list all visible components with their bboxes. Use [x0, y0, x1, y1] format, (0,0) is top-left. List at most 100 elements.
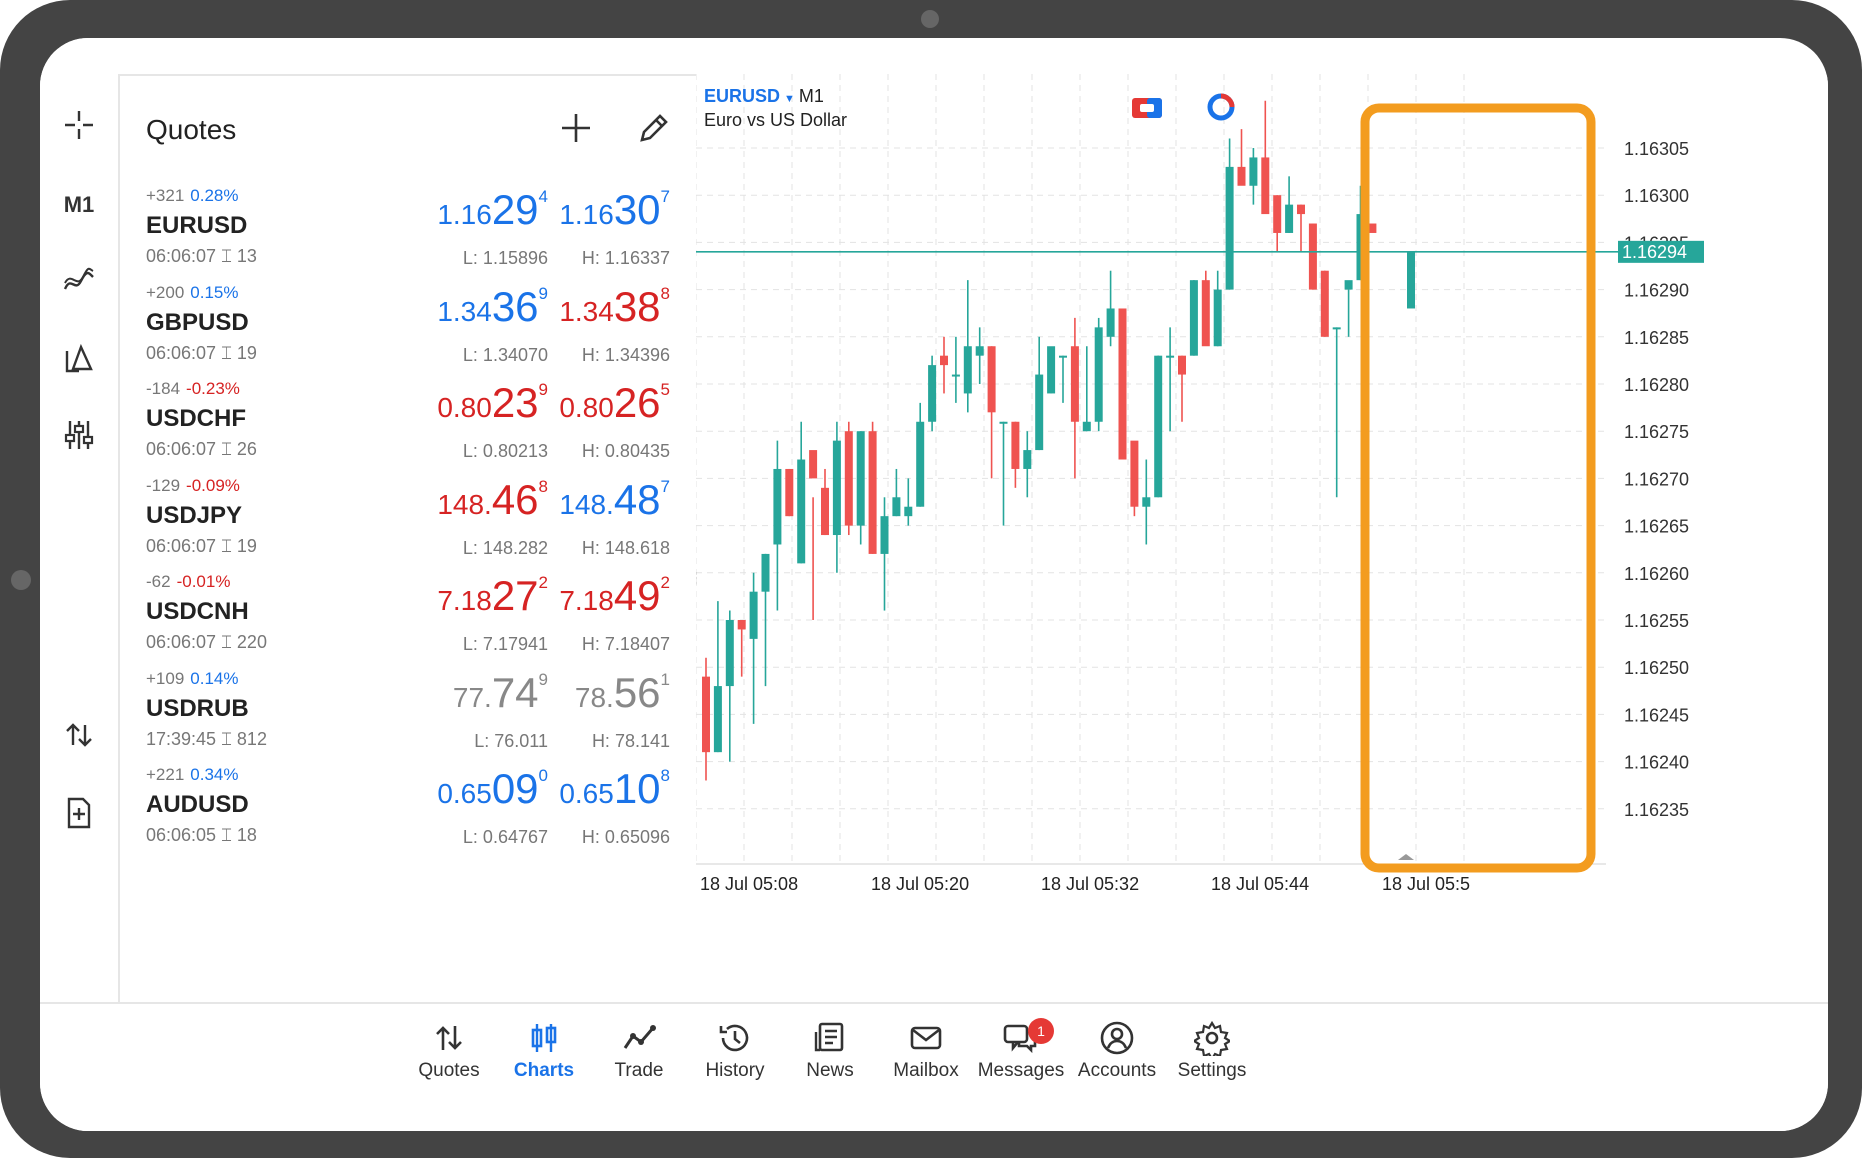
- nav-quotes[interactable]: Quotes: [394, 1014, 504, 1094]
- candle-body: [1332, 327, 1341, 330]
- ask-price[interactable]: 1.16307: [559, 186, 670, 236]
- accounts-user-icon: [1100, 1021, 1134, 1055]
- edit-symbols-button[interactable]: [634, 108, 674, 148]
- signals-ring-icon: [1207, 93, 1235, 121]
- nav-label: Charts: [513, 1060, 575, 1081]
- bid-price[interactable]: 77.749: [453, 669, 548, 719]
- ask-price-pips: 30: [613, 186, 661, 233]
- nav-history[interactable]: History: [680, 1014, 790, 1094]
- indicators-button[interactable]: [54, 256, 104, 306]
- bid-price[interactable]: 1.16294: [437, 186, 548, 236]
- change-percent: -0.01%: [176, 572, 231, 591]
- candle-body: [916, 421, 925, 507]
- daily-high: H: 148.618: [581, 537, 670, 558]
- ask-price[interactable]: 148.487: [559, 476, 670, 526]
- nav-trade[interactable]: Trade: [584, 1014, 694, 1094]
- ask-price[interactable]: 0.65108: [559, 765, 670, 815]
- bid-price[interactable]: 0.80239: [437, 379, 548, 429]
- chart-symbol-selector[interactable]: EURUSD ▼ M1: [704, 86, 824, 107]
- nav-accounts[interactable]: Accounts: [1062, 1014, 1172, 1094]
- candle-body: [1106, 308, 1115, 337]
- candle-body: [1047, 346, 1056, 394]
- change-percent: -0.23%: [186, 379, 240, 398]
- nav-news[interactable]: News: [775, 1014, 885, 1094]
- pencil-icon: [640, 114, 668, 142]
- settings-sliders-button[interactable]: [54, 410, 104, 460]
- candle-body: [1344, 280, 1353, 290]
- change-points: -62: [146, 572, 171, 591]
- spread-icon: ⌶: [221, 632, 232, 652]
- unread-badge: 1: [1028, 1018, 1054, 1044]
- candle-body: [1261, 157, 1270, 215]
- candlestick-chart[interactable]: 1.163051.163001.162951.162901.162851.162…: [696, 74, 1828, 1002]
- ask-price[interactable]: 1.34388: [559, 283, 670, 333]
- nav-messages[interactable]: Messages 1: [966, 1014, 1076, 1094]
- daily-change: +200 0.15%: [146, 283, 239, 303]
- daily-low: L: 0.64767: [462, 827, 548, 847]
- quote-time: 06:06:05 ⌶ 18: [146, 825, 257, 846]
- nav-settings[interactable]: Settings: [1157, 1014, 1267, 1094]
- trade-toggle-button[interactable]: [54, 710, 104, 760]
- chart-toolbar: M1: [40, 38, 118, 1002]
- spread-icon: ⌶: [221, 535, 232, 556]
- candle-body: [1189, 280, 1198, 356]
- ask-price[interactable]: 78.561: [575, 669, 670, 719]
- bid-price-pips: 29: [491, 186, 539, 233]
- chart-area[interactable]: 1.163051.163001.162951.162901.162851.162…: [696, 74, 1828, 1002]
- quote-symbol: USDCNH: [146, 598, 249, 625]
- bid-price[interactable]: 148.468: [437, 476, 548, 526]
- one-click-trading-icon: [1132, 98, 1162, 118]
- ask-price-point: 5: [660, 380, 670, 399]
- ask-price-prefix: 0.80: [559, 392, 614, 423]
- candle-body: [1285, 204, 1294, 233]
- quote-timestamp: 06:06:07: [146, 439, 217, 459]
- candle-body: [1273, 195, 1282, 233]
- add-symbol-button[interactable]: [556, 108, 596, 148]
- time-axis-label: 18 Jul 05:08: [700, 874, 798, 894]
- daily-change: -184 -0.23%: [146, 379, 240, 399]
- bid-price-point: 4: [538, 187, 548, 206]
- ask-price[interactable]: 7.18492: [559, 572, 670, 622]
- nav-charts[interactable]: Charts: [489, 1014, 599, 1094]
- change-points: +109: [146, 668, 185, 688]
- quote-symbol: AUDUSD: [146, 791, 249, 818]
- daily-low: L: 76.011: [474, 730, 548, 751]
- trading-signals-button[interactable]: [1204, 90, 1238, 124]
- candle-body: [1320, 270, 1329, 337]
- bid-price[interactable]: 0.65090: [437, 765, 548, 815]
- bid-price[interactable]: 7.18272: [437, 572, 548, 622]
- nav-mailbox[interactable]: Mailbox: [871, 1014, 981, 1094]
- ask-price-pips: 48: [613, 475, 661, 523]
- price-axis-label: 1.16270: [1624, 469, 1689, 489]
- timeframe-button[interactable]: M1: [54, 180, 104, 230]
- price-axis-label: 1.16240: [1624, 753, 1689, 773]
- daily-high: H: 7.18407: [581, 634, 670, 654]
- ask-price[interactable]: 0.80265: [559, 379, 670, 429]
- daily-high: H: 78.141: [591, 730, 670, 751]
- one-click-trading-button[interactable]: [1130, 90, 1164, 124]
- quote-spread: 812: [236, 728, 267, 749]
- ask-price-point: 1: [660, 669, 670, 689]
- ask-price-prefix: 1.16: [559, 199, 614, 230]
- tablet-frame: M1 Quotes +321 0.28% EURUSD 06:06:07 ⌶ 1…: [0, 0, 1862, 1158]
- crosshair-button[interactable]: [54, 100, 104, 150]
- chart-symbol[interactable]: EURUSD: [704, 86, 780, 106]
- nav-label: History: [705, 1060, 765, 1081]
- new-order-button[interactable]: [54, 788, 104, 838]
- bid-price[interactable]: 1.34369: [437, 283, 548, 333]
- mailbox-envelope-icon: [910, 1026, 942, 1050]
- quote-row[interactable]: +221 0.34% AUDUSD 06:06:05 ⌶ 18 0.65090 0.651…: [120, 765, 696, 880]
- daily-high: H: 0.80435: [581, 441, 670, 461]
- candle-body: [713, 686, 722, 753]
- sliders-icon: [64, 421, 94, 449]
- settings-gear-icon: [1194, 1020, 1230, 1056]
- candle-body: [1297, 204, 1305, 215]
- chart-timeframe: M1: [798, 86, 824, 106]
- objects-button[interactable]: [54, 334, 104, 384]
- candle-body: [809, 450, 818, 479]
- candle-body: [868, 431, 877, 554]
- candle-body: [1118, 308, 1127, 460]
- ask-price-prefix: 78.: [574, 681, 614, 713]
- spread-icon: ⌶: [221, 439, 232, 459]
- candle-body: [761, 553, 770, 592]
